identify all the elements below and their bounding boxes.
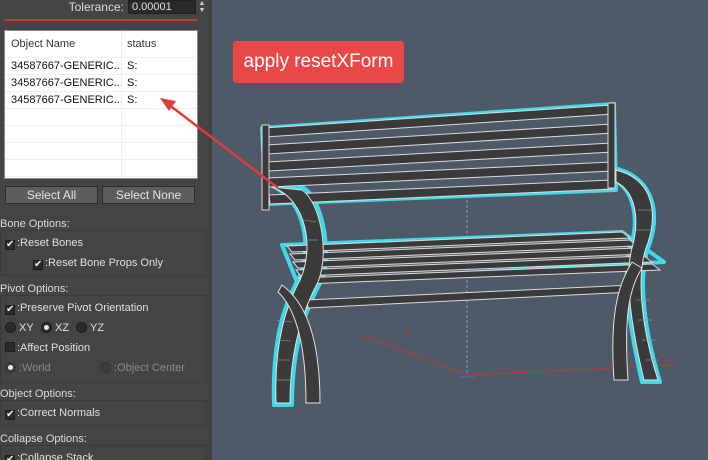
- column-object-name[interactable]: Object Name: [5, 31, 122, 57]
- backrest-slats: [263, 104, 614, 205]
- collapse-options-title: Collapse Options:: [0, 433, 87, 445]
- empty-row: [5, 126, 197, 143]
- object-list-header: Object Name status: [5, 31, 197, 58]
- xz-radio[interactable]: [41, 322, 52, 333]
- select-all-button[interactable]: Select All: [5, 186, 98, 204]
- object-name-cell: 34587667-GENERIC...: [5, 58, 122, 74]
- affect-position-checkbox[interactable]: [5, 342, 15, 352]
- yz-radio[interactable]: [76, 322, 87, 333]
- reset-bone-props-option[interactable]: ✔:Reset Bone Props Only: [33, 257, 163, 270]
- axis-marker: x: [405, 326, 410, 336]
- select-none-button[interactable]: Select None: [102, 186, 195, 204]
- empty-row: [5, 160, 197, 177]
- xz-radio-option[interactable]: XZ: [41, 322, 69, 334]
- bone-options-title: Bone Options:: [0, 218, 70, 230]
- world-radio: [5, 362, 16, 373]
- correct-normals-option[interactable]: ✔:Correct Normals: [5, 407, 100, 420]
- object-name-cell: 34587667-GENERIC...: [5, 75, 122, 91]
- correct-normals-checkbox[interactable]: ✔: [5, 410, 15, 420]
- status-cell: S:: [127, 93, 138, 106]
- 3d-viewport[interactable]: x apply resetXForm: [212, 0, 708, 460]
- yz-radio-option[interactable]: YZ: [76, 322, 104, 334]
- spinner-up-icon[interactable]: ▲: [197, 0, 207, 7]
- reset-bone-props-checkbox[interactable]: ✔: [33, 260, 43, 270]
- reset-xform-panel: Tolerance: ▲ ▼ Object Name status 345876…: [0, 0, 211, 460]
- annotation-callout: apply resetXForm: [233, 41, 404, 83]
- column-status[interactable]: status: [122, 31, 156, 57]
- world-radio-option: :World: [5, 362, 51, 374]
- tolerance-label: Tolerance:: [68, 0, 124, 14]
- spinner-down-icon[interactable]: ▼: [197, 7, 207, 14]
- object-options-title: Object Options:: [0, 388, 76, 400]
- tolerance-row: Tolerance: ▲ ▼: [0, 0, 210, 14]
- table-row[interactable]: 34587667-GENERIC... S:: [5, 75, 197, 92]
- reset-bone-props-label: :Reset Bone Props Only: [45, 257, 164, 269]
- lower-stretcher: [306, 284, 633, 309]
- xz-label: XZ: [55, 322, 70, 334]
- table-row[interactable]: 34587667-GENERIC... S:: [5, 58, 197, 75]
- preserve-pivot-label: :Preserve Pivot Orientation: [17, 302, 149, 314]
- xy-label: XY: [19, 322, 34, 334]
- object-center-radio-option: :Object Center: [100, 362, 185, 374]
- tolerance-input[interactable]: [128, 0, 196, 14]
- table-row[interactable]: 34587667-GENERIC... S:: [5, 92, 197, 109]
- red-separator: [4, 19, 197, 21]
- reset-bones-label: :Reset Bones: [17, 237, 84, 249]
- affect-position-option[interactable]: :Affect Position: [5, 342, 90, 354]
- tolerance-spinner[interactable]: ▲ ▼: [197, 0, 207, 14]
- xy-radio[interactable]: [5, 322, 16, 333]
- preserve-pivot-option[interactable]: ✔:Preserve Pivot Orientation: [5, 302, 148, 315]
- yz-label: YZ: [90, 322, 105, 334]
- xy-radio-option[interactable]: XY: [5, 322, 34, 334]
- reset-bones-option[interactable]: ✔:Reset Bones: [5, 237, 83, 250]
- empty-row: [5, 143, 197, 160]
- object-center-label: :Object Center: [114, 362, 185, 374]
- object-list[interactable]: Object Name status 34587667-GENERIC... S…: [4, 30, 198, 179]
- correct-normals-label: :Correct Normals: [17, 407, 101, 419]
- reset-bones-checkbox[interactable]: ✔: [5, 240, 15, 250]
- object-name-cell: 34587667-GENERIC...: [5, 92, 122, 108]
- collapse-stack-option[interactable]: ✔:Collapse Stack: [5, 452, 93, 460]
- status-cell: S:: [127, 76, 138, 89]
- empty-row: [5, 109, 197, 126]
- pivot-options-title: Pivot Options:: [0, 283, 69, 295]
- world-label: :World: [19, 362, 51, 374]
- affect-position-label: :Affect Position: [17, 342, 91, 354]
- seat-slats: [285, 231, 662, 285]
- object-center-radio: [100, 362, 111, 373]
- collapse-stack-checkbox[interactable]: ✔: [5, 455, 15, 460]
- status-cell: S:: [127, 59, 138, 72]
- axis-line-red: [361, 334, 468, 376]
- collapse-stack-label: :Collapse Stack: [17, 452, 94, 460]
- preserve-pivot-checkbox[interactable]: ✔: [5, 305, 15, 315]
